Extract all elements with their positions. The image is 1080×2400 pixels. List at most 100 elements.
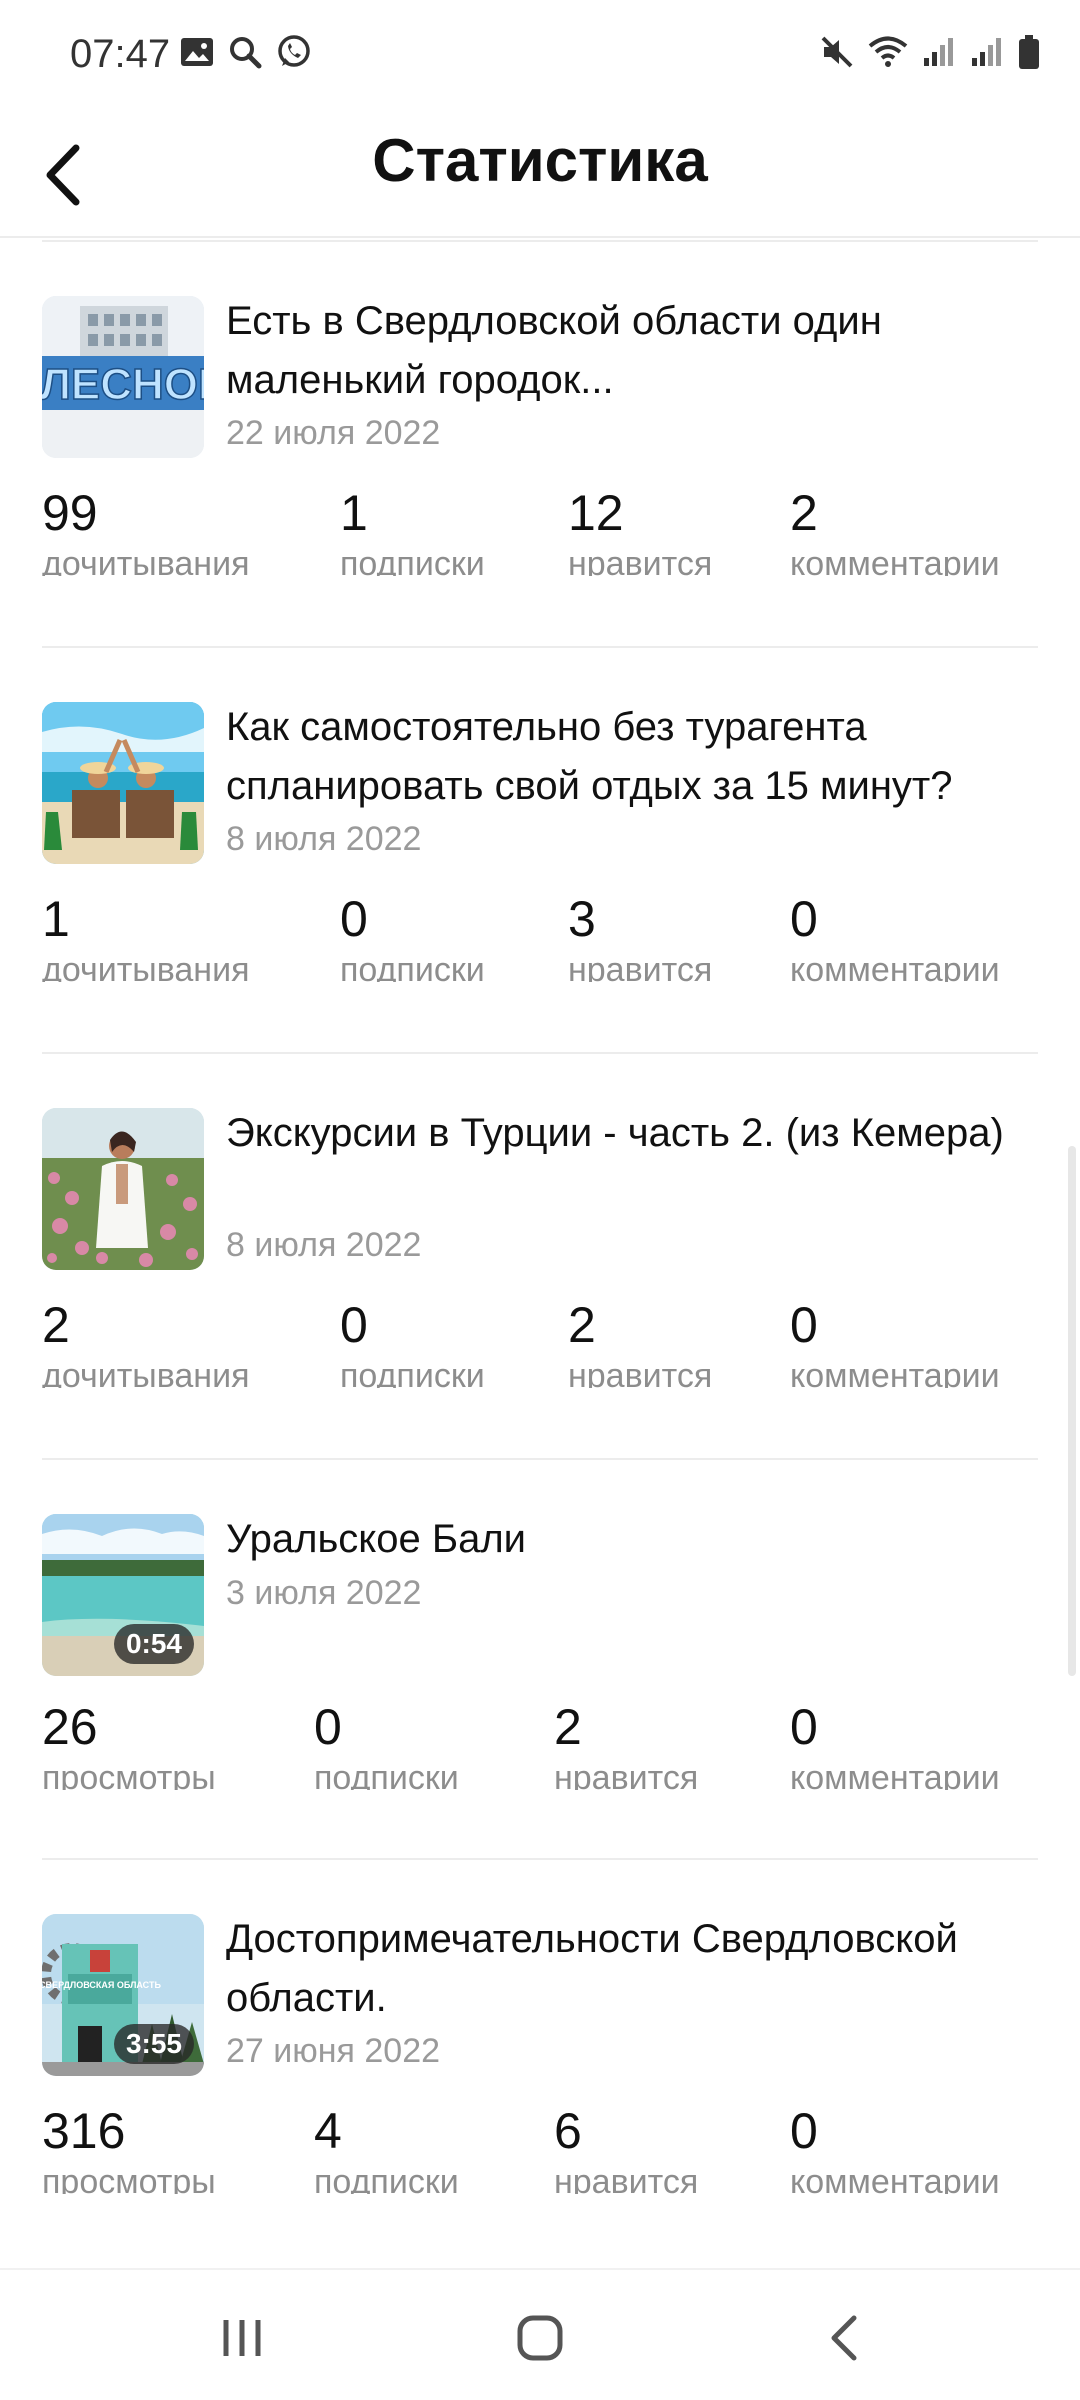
stat-subscriptions: 1 подписки	[340, 482, 485, 576]
video-stats: 26 просмотры 0 подписки 2 нравится 0 коммент…	[42, 1696, 1042, 1806]
stat-value: 0	[790, 1297, 818, 1353]
stat-label: дочитывания	[42, 1357, 250, 1388]
video-item[interactable]: СВЕРДЛОВСКАЯ ОБЛАСТЬ 3:55 Достопримечате…	[0, 1858, 1080, 2264]
stat-value: 4	[314, 2103, 342, 2159]
nav-back-button[interactable]	[816, 2308, 876, 2368]
divider	[42, 1458, 1038, 1460]
stat-subscriptions: 0 подписки	[314, 1696, 459, 1790]
stat-value: 12	[568, 485, 624, 541]
stat-label: подписки	[340, 1357, 485, 1388]
recent-apps-button[interactable]	[212, 2308, 272, 2368]
stat-value: 2	[568, 1297, 596, 1353]
signal-icon-2	[970, 36, 1004, 68]
status-bar: 07:47	[0, 0, 1080, 108]
article-item[interactable]: Как самостоятельно без турагента спланир…	[0, 646, 1080, 1052]
svg-text:СВЕРДЛОВСКАЯ ОБЛАСТЬ: СВЕРДЛОВСКАЯ ОБЛАСТЬ	[42, 1980, 161, 1990]
whatsapp-notification-icon	[276, 34, 312, 70]
gallery-notification-icon	[180, 37, 214, 67]
stat-label: нравится	[568, 545, 713, 576]
stat-value: 0	[790, 891, 818, 947]
stat-label: нравится	[568, 1357, 713, 1388]
article-stats-list: ЛЕСНОЙ Есть в Свердловской области один …	[0, 240, 1080, 2264]
stat-value: 1	[340, 485, 368, 541]
video-date: 3 июля 2022	[226, 1574, 422, 1612]
stat-value: 99	[42, 485, 98, 541]
stat-label: комментарии	[790, 951, 1000, 982]
status-time: 07:47	[70, 32, 171, 76]
stat-likes: 12 нравится	[568, 482, 712, 576]
stat-value: 1	[42, 891, 70, 947]
nav-back-icon	[831, 2315, 857, 2361]
stat-views: 316 просмотры	[42, 2100, 216, 2194]
stat-label: нравится	[554, 1759, 699, 1790]
article-thumbnail[interactable]: ЛЕСНОЙ	[42, 296, 204, 458]
wifi-icon	[868, 35, 908, 69]
stat-label: комментарии	[790, 1759, 1000, 1790]
stat-label: комментарии	[790, 1357, 1000, 1388]
video-title: Уральское Бали	[226, 1517, 527, 1561]
stat-likes: 6 нравится	[554, 2100, 698, 2194]
stat-value: 2	[554, 1699, 582, 1755]
stat-comments: 0 комментарии	[790, 2100, 1000, 2194]
stat-likes: 2 нравится	[568, 1294, 712, 1388]
article-thumbnail[interactable]	[42, 1108, 204, 1270]
home-icon	[517, 2315, 563, 2361]
stat-reads: 1 дочитывания	[42, 888, 250, 982]
article-stats: 1 дочитывания 0 подписки 3 нравится 0 коммен…	[42, 888, 1042, 998]
system-navigation-bar	[0, 2270, 1080, 2400]
mute-icon	[820, 34, 854, 70]
article-title: Как самостоятельно без турагента спланир…	[226, 705, 953, 808]
stat-reads: 99 дочитывания	[42, 482, 250, 576]
stat-value: 0	[314, 1699, 342, 1755]
stat-subscriptions: 0 подписки	[340, 888, 485, 982]
stat-value: 3	[568, 891, 596, 947]
article-item[interactable]: Экскурсии в Турции - часть 2. (из Кемера…	[0, 1052, 1080, 1458]
divider	[42, 1052, 1038, 1054]
video-thumbnail[interactable]: 0:54	[42, 1514, 204, 1676]
article-date: 8 июля 2022	[226, 820, 422, 858]
stat-label: подписки	[340, 951, 485, 982]
article-date: 8 июля 2022	[226, 1226, 422, 1264]
stat-value: 2	[42, 1297, 70, 1353]
divider	[42, 240, 1038, 242]
stat-label: комментарии	[790, 2163, 1000, 2194]
stat-label: нравится	[568, 951, 713, 982]
stat-label: просмотры	[42, 1759, 216, 1790]
stat-label: нравится	[554, 2163, 699, 2194]
stat-value: 0	[790, 1699, 818, 1755]
article-stats: 2 дочитывания 0 подписки 2 нравится 0 коммен…	[42, 1294, 1042, 1404]
stat-likes: 3 нравится	[568, 888, 712, 982]
video-date: 27 июня 2022	[226, 2032, 441, 2070]
page-title: Статистика	[372, 127, 708, 194]
video-thumbnail[interactable]: СВЕРДЛОВСКАЯ ОБЛАСТЬ 3:55	[42, 1914, 204, 2076]
header: Статистика	[0, 108, 1080, 236]
stat-label: дочитывания	[42, 545, 250, 576]
video-duration-badge: 0:54	[113, 1624, 194, 1664]
article-date: 22 июля 2022	[226, 414, 441, 452]
recent-apps-icon	[223, 2320, 261, 2356]
signal-icon	[922, 36, 956, 68]
article-thumbnail[interactable]	[42, 702, 204, 864]
stat-comments: 0 комментарии	[790, 1696, 1000, 1790]
stat-value: 316	[42, 2103, 126, 2159]
video-title: Достопримечательности Свердловской облас…	[226, 1917, 958, 2020]
stat-reads: 2 дочитывания	[42, 1294, 250, 1388]
stat-subscriptions: 0 подписки	[340, 1294, 485, 1388]
article-item[interactable]: ЛЕСНОЙ Есть в Свердловской области один …	[0, 240, 1080, 646]
search-notification-icon	[228, 35, 262, 69]
stat-label: подписки	[340, 545, 485, 576]
divider	[42, 1858, 1038, 1860]
stat-value: 2	[790, 485, 818, 541]
stat-likes: 2 нравится	[554, 1696, 698, 1790]
article-title: Экскурсии в Турции - часть 2. (из Кемера…	[226, 1111, 1004, 1155]
stat-value: 26	[42, 1699, 98, 1755]
scrollbar[interactable]	[1068, 1146, 1076, 1676]
stat-comments: 0 комментарии	[790, 888, 1000, 982]
video-item[interactable]: 0:54 Уральское Бали 3 июля 2022 26 просмо…	[0, 1458, 1080, 1858]
stat-label: комментарии	[790, 545, 1000, 576]
stat-value: 0	[340, 891, 368, 947]
stat-views: 26 просмотры	[42, 1696, 216, 1790]
stat-value: 0	[340, 1297, 368, 1353]
home-button[interactable]	[510, 2308, 570, 2368]
article-title: Есть в Свердловской области один маленьк…	[226, 299, 882, 402]
